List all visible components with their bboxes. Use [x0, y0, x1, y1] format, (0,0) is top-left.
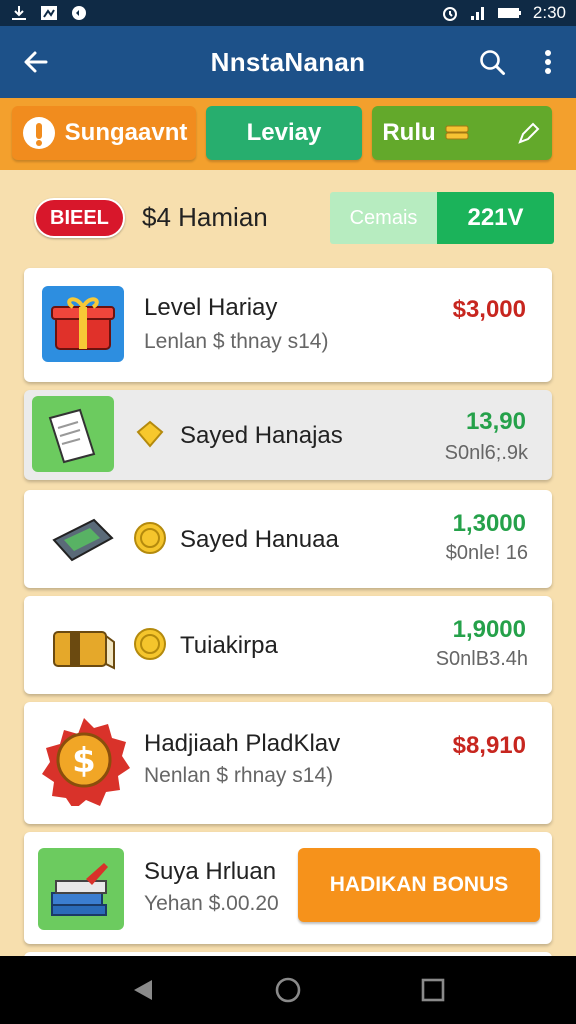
segment-value[interactable]: 221V — [437, 192, 554, 244]
item-title: Sayed Hanuaa — [180, 526, 339, 553]
books-icon — [38, 848, 124, 930]
app-bar: NnstaNanan — [0, 26, 576, 98]
item-title: Level Hariay — [144, 294, 278, 321]
battery-icon — [497, 8, 521, 18]
wallet-icon — [42, 502, 124, 578]
svg-text:$: $ — [72, 741, 96, 781]
item-subtitle: Yehan $.00.20 — [144, 892, 279, 915]
list-item[interactable]: Level Hariay Lenlan $ thnay s14) $3,000 — [24, 268, 552, 382]
item-title: Tuiakirpa — [180, 632, 278, 659]
bonus-button[interactable]: HADIKAN BONUS — [298, 848, 540, 922]
edit-icon — [517, 122, 540, 144]
item-amount: 1,9000 — [452, 616, 526, 643]
sync-icon — [72, 6, 86, 20]
download-icon — [12, 6, 26, 20]
list-item[interactable]: Suya Hrluan Yehan $.00.20 HADIKAN BONUS — [24, 832, 552, 944]
clock-time: 2:30 — [532, 3, 566, 22]
nav-home-button[interactable] — [258, 960, 318, 1020]
item-subtitle: S0nl6;.9k — [444, 442, 528, 464]
tab-label: Sungaavnt — [64, 119, 188, 146]
item-subtitle: $0nle! 16 — [445, 542, 528, 564]
more-vertical-icon — [545, 50, 551, 74]
triangle-back-icon — [133, 980, 152, 1000]
search-icon — [480, 50, 505, 75]
cash-stack-icon — [42, 608, 124, 684]
search-button[interactable] — [464, 26, 520, 98]
coin-icon — [134, 522, 166, 554]
dollar-badge-icon: $ — [38, 714, 130, 806]
card-icon — [32, 396, 114, 472]
coin-icon — [134, 628, 166, 660]
back-button[interactable] — [0, 26, 72, 98]
status-badge: BIEEL — [34, 198, 125, 238]
list-item[interactable]: $ Hadjiaah PladKlav Nenlan $ rhnay s14) … — [24, 702, 552, 824]
nav-back-button[interactable] — [113, 960, 173, 1020]
item-subtitle: S0nlB3.4h — [435, 648, 528, 670]
nav-recent-button[interactable] — [403, 960, 463, 1020]
summary-title: $4 Hamian — [142, 202, 268, 232]
item-subtitle: Nenlan $ rhnay s14) — [144, 764, 334, 787]
tab-label: Rulu — [382, 119, 436, 146]
tab-leviay[interactable]: Leviay — [206, 106, 362, 160]
list-item[interactable]: Sayed Hanajas 13,90 S0nl6;.9k — [24, 390, 552, 480]
circle-home-icon — [275, 977, 301, 1003]
item-amount: 13,90 — [465, 408, 526, 435]
tab-strip: Sungaavnt Leviay Rulu — [0, 98, 576, 170]
tab-sungaavnt[interactable]: Sungaavnt — [12, 106, 196, 160]
item-amount: 1,3000 — [452, 510, 526, 537]
item-amount: $8,910 — [452, 732, 526, 759]
item-subtitle: Lenlan $ thnay s14) — [144, 330, 329, 353]
tab-label: Leviay — [246, 119, 322, 146]
status-bar: 2:30 — [0, 0, 576, 26]
square-recent-icon — [422, 978, 445, 1002]
item-amount: $3,000 — [452, 296, 526, 323]
item-title: Suya Hrluan — [144, 858, 277, 885]
alarm-icon — [442, 7, 457, 21]
content-area: BIEEL $4 Hamian Cemais 221V Level Hariay… — [0, 170, 576, 956]
system-nav-bar — [0, 956, 576, 1024]
coins-icon — [445, 125, 469, 140]
arrow-left-icon — [24, 51, 48, 73]
info-icon — [22, 117, 55, 149]
segment-control: Cemais 221V — [330, 192, 554, 244]
app-icon — [41, 6, 57, 20]
item-title: Hadjiaah PladKlav — [144, 730, 341, 757]
signal-icon — [470, 7, 484, 20]
summary-row: BIEEL $4 Hamian Cemais 221V — [24, 188, 554, 250]
item-title: Sayed Hanajas — [180, 422, 343, 449]
gem-icon — [136, 420, 164, 448]
list-item[interactable]: Sayed Hanuaa 1,3000 $0nle! 16 — [24, 490, 552, 588]
segment-cemais[interactable]: Cemais — [330, 192, 437, 244]
more-button[interactable] — [520, 26, 576, 98]
gift-icon — [42, 286, 124, 362]
tab-rulu[interactable]: Rulu — [372, 106, 552, 160]
list-item[interactable]: Tuiakirpa 1,9000 S0nlB3.4h — [24, 596, 552, 694]
